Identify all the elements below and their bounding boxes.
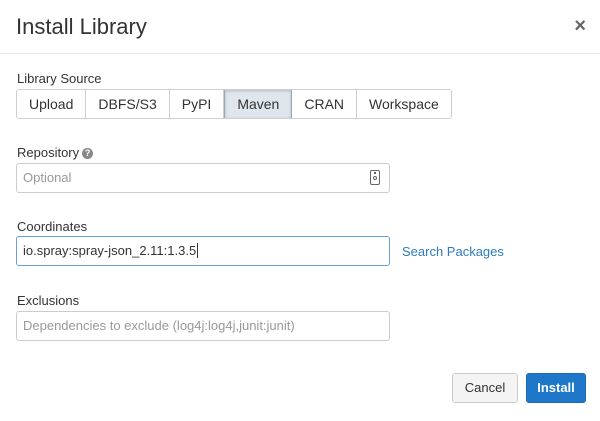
- help-icon[interactable]: ?: [82, 148, 94, 159]
- install-library-dialog: Install Library × Library Source Upload …: [0, 0, 600, 421]
- source-option-upload[interactable]: Upload: [17, 90, 87, 118]
- coordinates-value: io.spray:spray-json_2.11:1.3.5: [23, 243, 197, 258]
- exclusions-label: Exclusions: [17, 293, 80, 308]
- repository-input[interactable]: Optional: [16, 163, 390, 193]
- library-source-segmented-control: Upload DBFS/S3 PyPI Maven CRAN Workspace: [16, 89, 452, 119]
- library-source-label: Library Source: [17, 71, 102, 86]
- exclusions-input[interactable]: Dependencies to exclude (log4j:log4j,jun…: [16, 311, 390, 341]
- source-option-pypi[interactable]: PyPI: [169, 90, 225, 118]
- dialog-title: Install Library: [16, 14, 147, 39]
- source-option-maven[interactable]: Maven: [224, 90, 293, 118]
- coordinates-input[interactable]: io.spray:spray-json_2.11:1.3.5: [16, 236, 390, 266]
- text-cursor: [197, 243, 199, 258]
- source-option-cran[interactable]: CRAN: [292, 90, 358, 118]
- install-button[interactable]: Install: [526, 373, 586, 403]
- source-option-workspace[interactable]: Workspace: [357, 90, 451, 118]
- close-icon[interactable]: ×: [574, 15, 586, 37]
- coordinates-label: Coordinates: [17, 219, 88, 234]
- repository-label-text: Repository: [17, 145, 80, 160]
- cancel-button[interactable]: Cancel: [452, 373, 518, 403]
- dialog-header: Install Library ×: [0, 0, 600, 54]
- repository-placeholder: Optional: [23, 170, 72, 185]
- repository-label: Repository?: [17, 145, 94, 160]
- exclusions-placeholder: Dependencies to exclude (log4j:log4j,jun…: [23, 318, 295, 333]
- source-option-dbfs-s3[interactable]: DBFS/S3: [86, 90, 170, 118]
- search-packages-link[interactable]: Search Packages: [402, 244, 504, 259]
- repository-picker-icon[interactable]: [370, 170, 380, 185]
